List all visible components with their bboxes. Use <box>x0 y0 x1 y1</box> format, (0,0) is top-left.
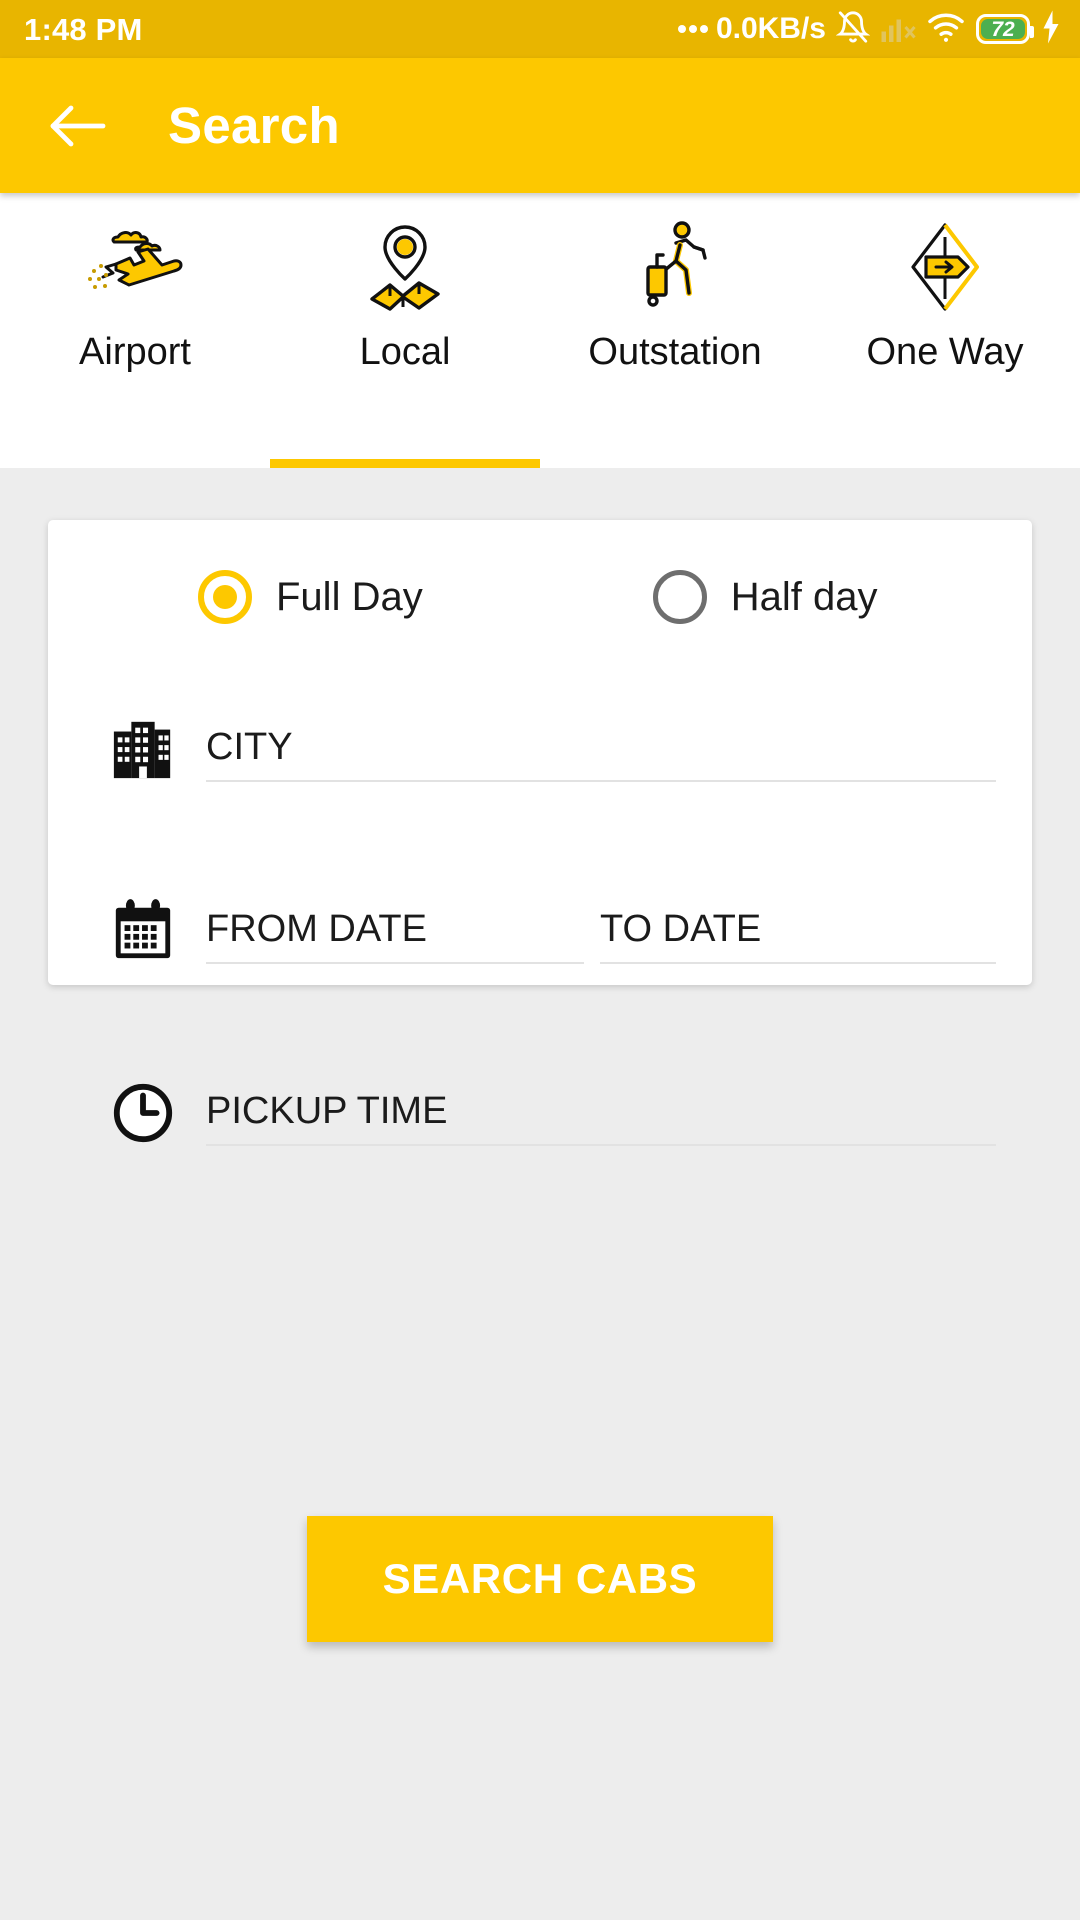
search-form-card: Full Day Half day CITY FROM DATE TO DATE… <box>48 520 1032 1146</box>
tab-outstation[interactable]: Outstation <box>540 193 810 468</box>
pickup-time-input-wrap: PICKUP TIME <box>206 1092 1032 1146</box>
search-cabs-label: SEARCH CABS <box>382 1555 698 1602</box>
signal-off-icon <box>880 10 916 49</box>
battery-icon: 72 <box>976 14 1034 44</box>
radio-full-day-label: Full Day <box>276 575 423 619</box>
status-bar-clock: 1:48 PM <box>24 11 143 47</box>
to-date-input[interactable]: TO DATE <box>600 910 996 964</box>
one-way-sign-icon <box>890 219 1000 315</box>
airplane-icon <box>80 219 190 315</box>
tab-outstation-label: Outstation <box>588 331 762 373</box>
building-icon <box>110 716 206 782</box>
pickup-time-field-row: PICKUP TIME <box>48 1080 1032 1146</box>
map-pin-icon <box>350 219 460 315</box>
from-date-placeholder: FROM DATE <box>206 908 427 950</box>
pickup-time-input[interactable]: PICKUP TIME <box>206 1092 996 1146</box>
active-tab-indicator <box>270 459 540 468</box>
radio-full-day-mark[interactable] <box>198 570 252 624</box>
cta-container: SEARCH CABS <box>0 1516 1080 1642</box>
status-bar: 1:48 PM 0.0KB/s 72 <box>0 0 1080 58</box>
tab-airport-label: Airport <box>79 331 191 373</box>
status-bar-icons: 0.0KB/s 72 <box>677 9 1062 50</box>
duration-radio-group: Full Day Half day <box>48 520 1032 624</box>
radio-half-day-mark[interactable] <box>652 570 707 624</box>
tab-local-label: Local <box>359 331 451 373</box>
date-field-row: FROM DATE TO DATE <box>48 898 1032 964</box>
battery-level-label: 72 <box>991 17 1015 41</box>
date-inputs-wrap: FROM DATE TO DATE <box>206 910 1032 964</box>
tab-one-way-label: One Way <box>866 331 1024 373</box>
clock-icon <box>110 1080 206 1146</box>
city-input-placeholder: CITY <box>206 726 293 768</box>
radio-option-full-day[interactable]: Full Day <box>198 570 423 624</box>
to-date-placeholder: TO DATE <box>600 908 762 950</box>
content-area: Full Day Half day CITY FROM DATE TO DATE… <box>0 468 1080 1920</box>
charging-bolt-icon <box>1040 9 1062 50</box>
bell-muted-icon <box>835 9 871 50</box>
page-title: Search <box>168 97 340 154</box>
calendar-icon <box>110 898 206 964</box>
city-input[interactable]: CITY <box>206 728 996 782</box>
city-field-row: CITY <box>48 716 1032 782</box>
more-dots-icon <box>677 25 708 33</box>
back-arrow-icon[interactable] <box>44 93 110 159</box>
radio-half-day-label: Half day <box>730 575 878 619</box>
tab-airport[interactable]: Airport <box>0 193 270 468</box>
app-screen: 1:48 PM 0.0KB/s 72 Search Airport Local … <box>0 0 1080 1920</box>
pickup-time-placeholder: PICKUP TIME <box>206 1090 448 1132</box>
from-date-input[interactable]: FROM DATE <box>206 910 584 964</box>
trip-type-tabs: Airport Local Outstation One Way <box>0 193 1080 468</box>
city-input-wrap: CITY <box>206 728 1032 782</box>
radio-option-half-day[interactable]: Half day <box>652 570 878 624</box>
search-cabs-button[interactable]: SEARCH CABS <box>307 1516 773 1642</box>
network-speed-label: 0.0KB/s <box>715 12 826 45</box>
app-bar: Search <box>0 58 1080 193</box>
tab-local[interactable]: Local <box>270 193 540 468</box>
wifi-icon <box>926 11 966 48</box>
traveler-luggage-icon <box>620 219 730 315</box>
tab-one-way[interactable]: One Way <box>810 193 1080 468</box>
